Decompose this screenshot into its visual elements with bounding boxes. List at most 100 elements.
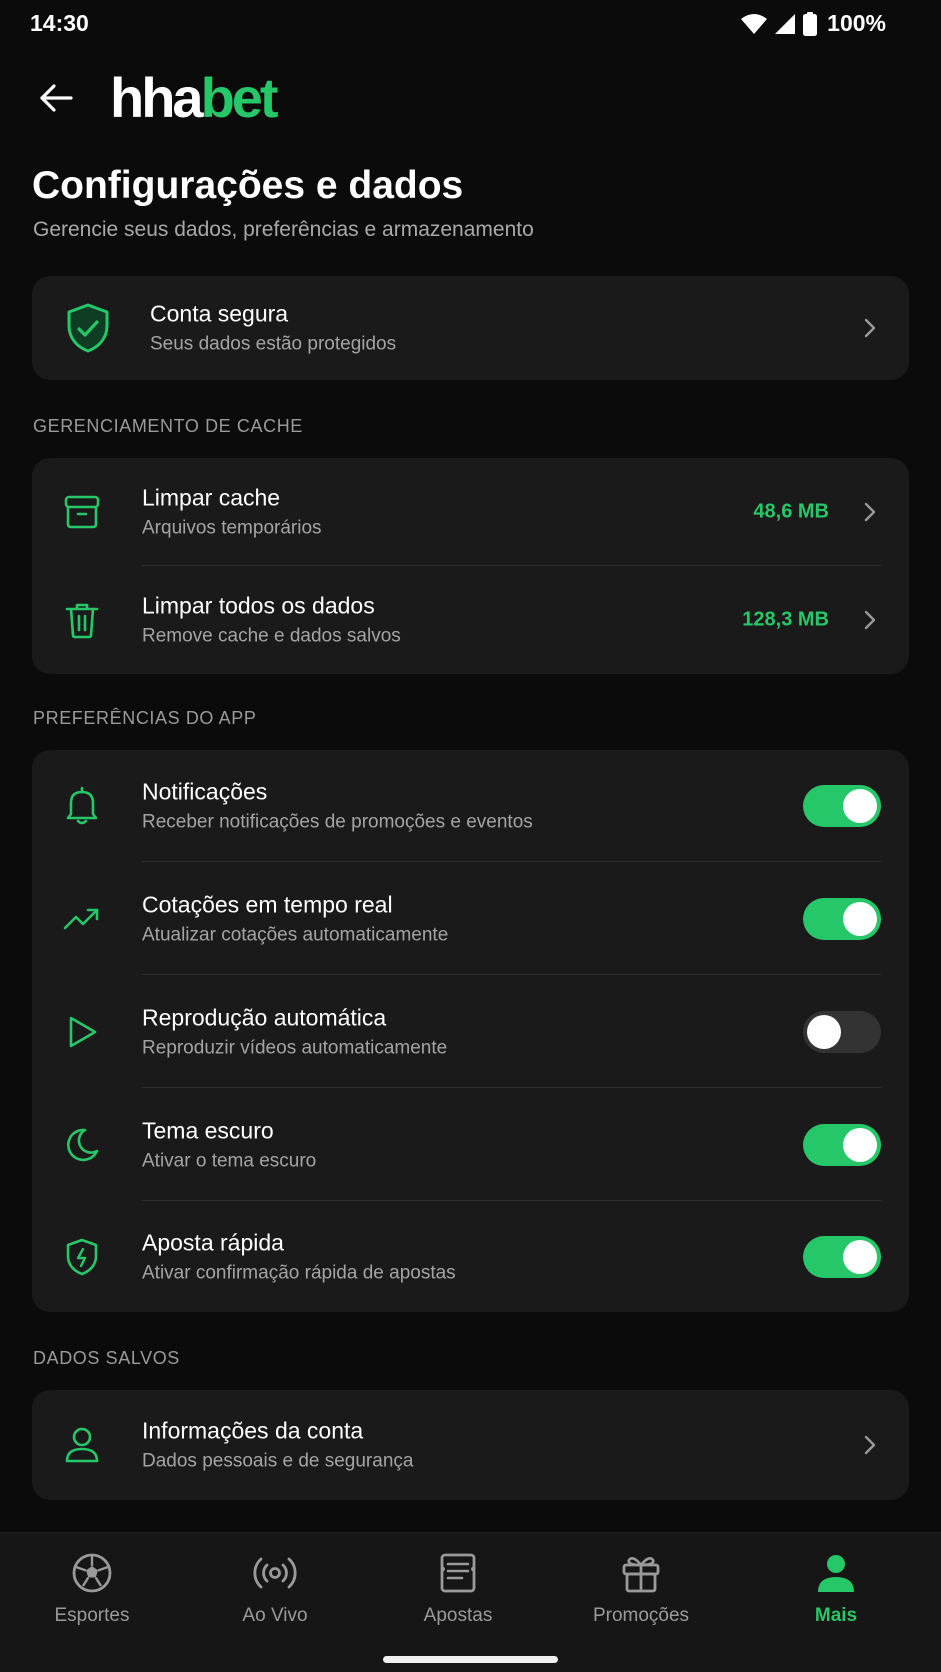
nav-promocoes[interactable]: Promoções bbox=[561, 1551, 721, 1627]
pref-row-dark-theme: Tema escuro Ativar o tema escuro bbox=[32, 1088, 909, 1201]
pref-text: Aposta rápida Ativar confirmação rápida … bbox=[142, 1229, 456, 1284]
clear-cache-row[interactable]: Limpar cache Arquivos temporários 48,6 M… bbox=[32, 458, 909, 566]
screen: 14:30 100% hhabet Configurações e dados bbox=[0, 0, 941, 1672]
page-title: Configurações e dados bbox=[32, 164, 464, 207]
archive-box-icon bbox=[60, 490, 104, 534]
trend-up-icon bbox=[60, 897, 104, 941]
chevron-right-icon bbox=[864, 1435, 876, 1455]
security-card[interactable]: Conta segura Seus dados estão protegidos bbox=[32, 276, 909, 380]
bet-slip-icon bbox=[440, 1553, 476, 1593]
clear-cache-size: 48,6 MB bbox=[753, 500, 829, 523]
prefs-section-label: PREFERÊNCIAS DO APP bbox=[33, 708, 257, 728]
nav-apostas[interactable]: Apostas bbox=[378, 1551, 538, 1627]
pref-subtitle: Ativar confirmação rápida de apostas bbox=[142, 1262, 456, 1283]
nav-ao-vivo[interactable]: Ao Vivo bbox=[195, 1551, 355, 1627]
pref-subtitle: Receber notificações de promoções e even… bbox=[142, 811, 533, 833]
chevron-right-icon bbox=[864, 610, 876, 630]
pref-text: Tema escuro Ativar o tema escuro bbox=[142, 1117, 316, 1172]
pref-title: Tema escuro bbox=[142, 1117, 274, 1143]
toggle-autoplay[interactable] bbox=[803, 1010, 881, 1053]
shield-bolt-icon bbox=[60, 1235, 104, 1279]
broadcast-icon bbox=[253, 1557, 297, 1589]
signal-icon bbox=[775, 13, 796, 34]
status-icons: 100% bbox=[741, 10, 886, 37]
nav-label: Ao Vivo bbox=[242, 1605, 308, 1626]
logo-white-part: hha bbox=[110, 66, 204, 129]
toggle-notifications[interactable] bbox=[803, 785, 881, 827]
toggle-dark-theme[interactable] bbox=[803, 1123, 881, 1166]
status-time: 14:30 bbox=[30, 10, 89, 36]
chevron-right-icon bbox=[864, 318, 876, 338]
arrow-left-icon bbox=[40, 84, 73, 112]
security-text: Conta segura Seus dados estão protegidos bbox=[150, 301, 396, 356]
pref-text: Reprodução automática Reproduzir vídeos … bbox=[142, 1004, 447, 1059]
clear-cache-text: Limpar cache Arquivos temporários bbox=[142, 485, 322, 540]
hhabet-logo: hhabet bbox=[110, 66, 279, 130]
pref-row-realtime-odds: Cotações em tempo real Atualizar cotaçõe… bbox=[32, 862, 909, 975]
battery-percent: 100% bbox=[827, 10, 886, 36]
pref-title: Reprodução automática bbox=[142, 1004, 387, 1030]
pref-text: Notificações Receber notificações de pro… bbox=[142, 779, 533, 834]
nav-mais[interactable]: Mais bbox=[756, 1551, 916, 1627]
pref-row-quick-bet: Aposta rápida Ativar confirmação rápida … bbox=[32, 1201, 909, 1312]
account-info-subtitle: Dados pessoais e de segurança bbox=[142, 1450, 414, 1472]
nav-label: Esportes bbox=[54, 1605, 130, 1626]
toggle-knob bbox=[843, 1239, 877, 1274]
app-header: hhabet bbox=[0, 58, 941, 138]
bell-icon bbox=[60, 784, 104, 828]
toggle-knob bbox=[843, 901, 877, 936]
clear-cache-subtitle: Arquivos temporários bbox=[142, 517, 322, 539]
security-subtitle: Seus dados estão protegidos bbox=[150, 333, 397, 355]
saved-section-label: DADOS SALVOS bbox=[33, 1348, 180, 1368]
pref-title: Aposta rápida bbox=[142, 1229, 284, 1255]
nav-label: Promoções bbox=[592, 1605, 690, 1626]
gift-icon bbox=[622, 1557, 660, 1593]
clear-all-data-size: 128,3 MB bbox=[742, 608, 829, 631]
nav-label: Apostas bbox=[423, 1605, 493, 1626]
toggle-knob bbox=[807, 1014, 841, 1049]
page-subtitle: Gerencie seus dados, preferências e arma… bbox=[33, 218, 534, 241]
back-button[interactable] bbox=[30, 72, 82, 124]
clear-all-data-text: Limpar todos os dados Remove cache e dad… bbox=[142, 593, 401, 648]
person-icon bbox=[818, 1555, 854, 1592]
toggle-knob bbox=[843, 789, 877, 823]
cache-section-label: GERENCIAMENTO DE CACHE bbox=[33, 416, 303, 436]
clear-all-data-title: Limpar todos os dados bbox=[142, 592, 375, 619]
toggle-quick-bet[interactable] bbox=[803, 1235, 881, 1278]
pref-title: Cotações em tempo real bbox=[142, 891, 393, 917]
pref-subtitle: Reproduzir vídeos automaticamente bbox=[142, 1037, 448, 1058]
prefs-card: Notificações Receber notificações de pro… bbox=[32, 750, 909, 1312]
pref-text: Cotações em tempo real Atualizar cotaçõe… bbox=[142, 891, 448, 946]
account-info-text: Informações da conta Dados pessoais e de… bbox=[142, 1418, 413, 1473]
trash-icon bbox=[60, 598, 104, 642]
pref-row-autoplay: Reprodução automática Reproduzir vídeos … bbox=[32, 975, 909, 1088]
user-icon bbox=[60, 1423, 104, 1467]
clear-cache-title: Limpar cache bbox=[142, 484, 281, 511]
clear-all-data-subtitle: Remove cache e dados salvos bbox=[142, 625, 401, 647]
pref-row-notifications: Notificações Receber notificações de pro… bbox=[32, 750, 909, 862]
toggle-realtime-odds[interactable] bbox=[803, 897, 881, 940]
security-title: Conta segura bbox=[150, 300, 289, 327]
status-bar: 14:30 100% bbox=[0, 0, 941, 50]
pref-subtitle: Atualizar cotações automaticamente bbox=[142, 924, 449, 945]
security-row[interactable]: Conta segura Seus dados estão protegidos bbox=[32, 276, 909, 380]
logo-green-part: bet bbox=[200, 66, 279, 129]
battery-icon bbox=[803, 11, 818, 36]
account-info-title: Informações da conta bbox=[142, 1417, 364, 1444]
bottom-nav: Esportes Ao Vivo Apostas Promoções Mais bbox=[0, 1532, 941, 1672]
clear-all-data-row[interactable]: Limpar todos os dados Remove cache e dad… bbox=[32, 566, 909, 674]
pref-subtitle: Ativar o tema escuro bbox=[142, 1150, 317, 1171]
nav-label: Mais bbox=[814, 1605, 858, 1626]
chevron-right-icon bbox=[864, 502, 876, 522]
play-icon bbox=[60, 1010, 104, 1054]
wifi-icon bbox=[741, 13, 768, 34]
home-indicator[interactable] bbox=[383, 1656, 558, 1663]
shield-check-icon bbox=[64, 302, 112, 354]
nav-esportes[interactable]: Esportes bbox=[12, 1551, 172, 1627]
soccer-ball-icon bbox=[72, 1553, 112, 1593]
account-info-row[interactable]: Informações da conta Dados pessoais e de… bbox=[32, 1390, 909, 1500]
cache-card: Limpar cache Arquivos temporários 48,6 M… bbox=[32, 458, 909, 674]
toggle-knob bbox=[843, 1127, 877, 1162]
saved-card: Informações da conta Dados pessoais e de… bbox=[32, 1390, 909, 1500]
pref-title: Notificações bbox=[142, 778, 268, 805]
